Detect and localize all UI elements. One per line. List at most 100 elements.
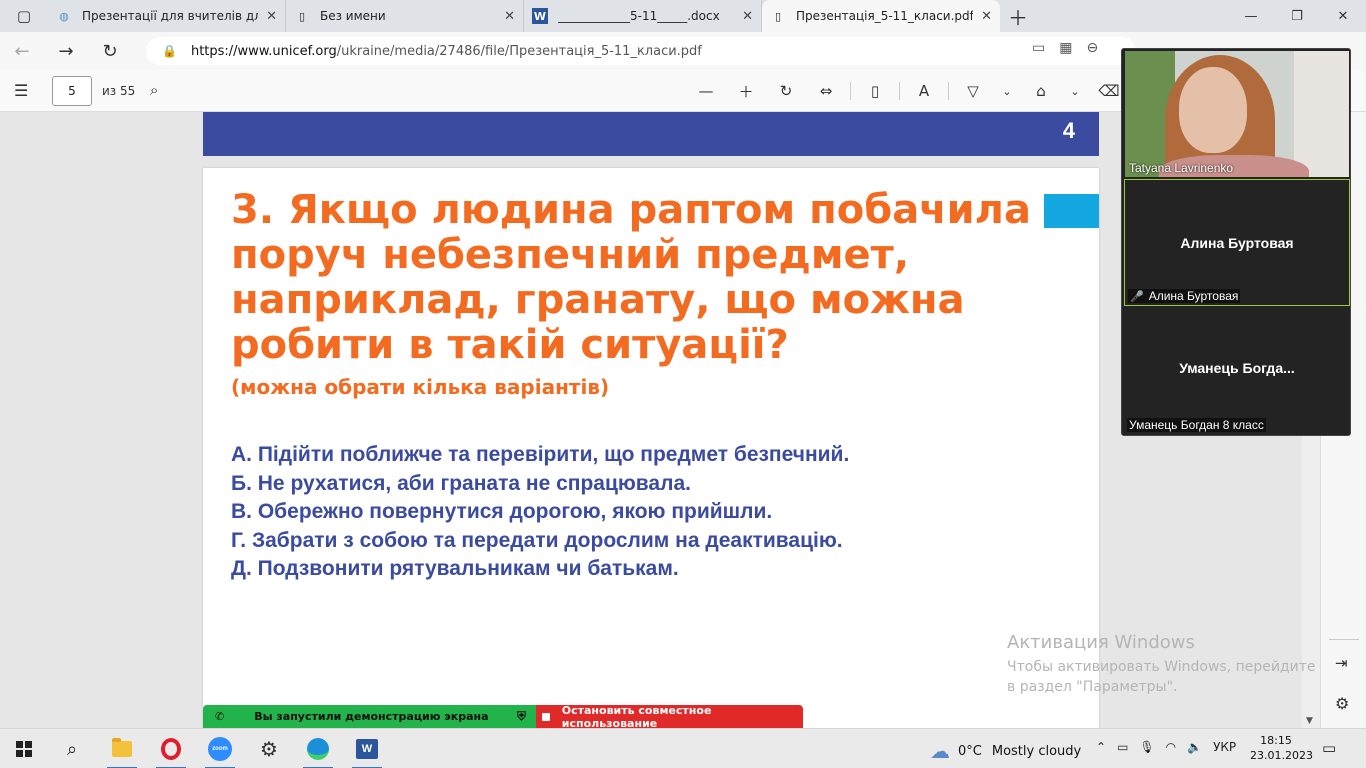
participant-name-label: 🎤 Алина Буртовая	[1128, 289, 1241, 303]
tab-label: Презентація_5-11_класи.pdf	[796, 9, 974, 23]
chevron-down-icon[interactable]: ⌄	[1061, 85, 1089, 98]
participant-face	[1179, 67, 1247, 153]
slide-accent-tab	[1044, 194, 1099, 228]
browser-tab[interactable]: ◍ Презентації для вчителів для пр ✕	[48, 0, 286, 32]
microphone-icon[interactable]: 🎙	[1139, 740, 1154, 754]
close-icon[interactable]: ✕	[742, 9, 753, 24]
zoom-out-icon[interactable]: —	[686, 82, 726, 100]
edge-icon	[307, 738, 329, 760]
sidebar-divider	[1329, 639, 1359, 640]
answer-option: Д. Подзвонити рятувальникам чи батькам.	[231, 557, 679, 580]
answer-option: А. Підійти поближче та перевірити, що пр…	[231, 443, 850, 466]
participant-label-text: Алина Буртовая	[1148, 289, 1239, 303]
close-icon[interactable]: ✕	[981, 9, 992, 24]
new-tab-button[interactable]: ＋	[1000, 0, 1036, 32]
pdf-icon: ▯	[774, 9, 782, 23]
page-view-icon[interactable]: ▯	[855, 82, 895, 100]
question-title: 3. Якщо людина раптом побачила поруч неб…	[231, 187, 1031, 368]
stop-sharing-button[interactable]: Остановить совместное использование	[536, 704, 803, 730]
page-total-label: из 55	[102, 84, 136, 98]
read-aloud-icon[interactable]: ▭	[1032, 40, 1045, 56]
volume-icon[interactable]: 🔈	[1187, 740, 1202, 754]
settings-icon[interactable]: ⚙	[1335, 694, 1349, 713]
participant-tile[interactable]: Уманець Богда... Уманець Богдан 8 класс	[1124, 307, 1350, 434]
start-button[interactable]	[0, 729, 48, 768]
highlight-icon[interactable]: ⌂	[1021, 82, 1061, 100]
weather-widget[interactable]: ☁ 0°C Mostly cloudy	[930, 739, 1081, 763]
scroll-down-icon[interactable]: ▼	[1306, 716, 1313, 726]
notification-icon[interactable]: ▭	[1322, 739, 1336, 757]
window-controls: — ❐ ✕	[1228, 0, 1366, 32]
clock-time: 18:15	[1260, 734, 1292, 747]
taskbar-settings[interactable]: ⚙	[245, 729, 293, 768]
minimize-button[interactable]: —	[1228, 0, 1274, 32]
forward-button[interactable]: →	[44, 32, 88, 70]
video-call-panel[interactable]: Tatyana Lavrinenko Алина Буртовая 🎤 Алин…	[1121, 48, 1351, 436]
close-window-button[interactable]: ✕	[1320, 0, 1366, 32]
clock[interactable]: 18:15 23.01.2023	[1250, 733, 1313, 763]
taskbar-edge[interactable]	[294, 729, 342, 768]
answer-option: Б. Не рухатися, аби граната не спрацювал…	[231, 471, 691, 495]
close-icon[interactable]: ✕	[266, 9, 277, 24]
refresh-icon: ↻	[102, 40, 118, 62]
refresh-button[interactable]: ↻	[88, 32, 132, 70]
back-arrow-icon: ←	[14, 40, 30, 62]
wifi-icon[interactable]: ◠	[1166, 740, 1176, 754]
read-aloud-icon[interactable]: A	[904, 82, 944, 100]
share-status: ✆ Вы запустили демонстрацию экрана ⛨	[203, 705, 536, 728]
opera-icon	[161, 738, 181, 760]
tab-actions-icon: ▢	[16, 7, 32, 25]
lock-icon: 🔒	[162, 44, 177, 58]
gear-icon: ⚙	[260, 737, 278, 761]
share-status-text: Вы запустили демонстрацию экрана	[254, 710, 489, 723]
table-of-contents-icon[interactable]: ☰	[14, 81, 28, 100]
tab-actions-button[interactable]: ▢	[0, 0, 48, 32]
browser-tab[interactable]: W ____________5-11_____.docx ✕	[524, 0, 762, 32]
chevron-down-icon[interactable]: ⌄	[993, 85, 1021, 98]
word-icon: W	[532, 8, 548, 24]
fit-width-icon[interactable]: ⇔	[806, 82, 846, 100]
maximize-button[interactable]: ❐	[1274, 0, 1320, 32]
url-field[interactable]: 🔒 https://www.unicef.org/ukraine/media/2…	[146, 37, 1136, 65]
tab-label: ____________5-11_____.docx	[558, 9, 720, 23]
toolbar-divider	[850, 82, 851, 100]
clock-date: 23.01.2023	[1250, 749, 1313, 762]
address-bar-icons: ▭ ▦ ⊖	[1032, 40, 1098, 56]
battery-icon[interactable]: ▭	[1117, 740, 1128, 754]
weather-desc: Mostly cloudy	[991, 743, 1082, 759]
apps-icon[interactable]: ▦	[1059, 40, 1072, 56]
zoom-icon[interactable]: ⊖	[1086, 40, 1098, 56]
toolbar-divider	[899, 82, 900, 100]
back-button[interactable]: ←	[0, 32, 44, 70]
watermark-text: Чтобы активировать Windows, перейдите в …	[1007, 659, 1316, 695]
zoom-app-icon: zoom	[208, 737, 232, 761]
system-tray: ⌃ ▭ 🎙 ◠ 🔈 УКР	[1096, 740, 1247, 754]
mic-muted-icon: 🎤	[1130, 290, 1144, 303]
taskbar-opera[interactable]	[147, 729, 195, 768]
language-indicator[interactable]: УКР	[1213, 740, 1236, 754]
tab-label: Без имени	[320, 9, 386, 23]
word-icon: W	[356, 739, 378, 759]
draw-icon[interactable]: ▽	[953, 82, 993, 100]
browser-tab[interactable]: ▯ Без имени ✕	[286, 0, 524, 32]
pdf-tool-group: — ＋ ↻ ⇔ ▯ A ▽ ⌄ ⌂ ⌄ ⌫	[686, 79, 1129, 103]
current-page: 3. Якщо людина раптом побачила поруч неб…	[203, 168, 1099, 728]
close-icon[interactable]: ✕	[504, 9, 515, 24]
taskbar-word[interactable]: W	[343, 729, 391, 768]
self-video-tile[interactable]: Tatyana Lavrinenko	[1125, 51, 1349, 177]
chevron-up-icon[interactable]: ⌃	[1096, 740, 1106, 754]
search-icon[interactable]: ⌕	[150, 81, 158, 99]
answer-option: В. Обережно повернутися дорогою, якою пр…	[231, 500, 773, 523]
participant-display-name: Уманець Богда...	[1179, 360, 1295, 376]
zoom-in-icon[interactable]: ＋	[726, 81, 766, 102]
page-number-input[interactable]: 5	[52, 76, 92, 106]
screen-share-bar: ✆ Вы запустили демонстрацию экрана ⛨ Ост…	[203, 704, 803, 730]
search-button[interactable]: ⌕	[48, 729, 96, 768]
browser-tab[interactable]: ▯ Презентація_5-11_класи.pdf ✕	[762, 0, 1000, 32]
sidebar-expand-icon[interactable]: ⇥	[1335, 654, 1348, 672]
rotate-icon[interactable]: ↻	[766, 82, 806, 100]
taskbar-explorer[interactable]	[98, 729, 146, 768]
participant-tile[interactable]: Алина Буртовая 🎤 Алина Буртовая	[1124, 179, 1350, 306]
taskbar-zoom[interactable]: zoom	[196, 729, 244, 768]
question-hint: (можна обрати кілька варіантів)	[231, 375, 610, 399]
